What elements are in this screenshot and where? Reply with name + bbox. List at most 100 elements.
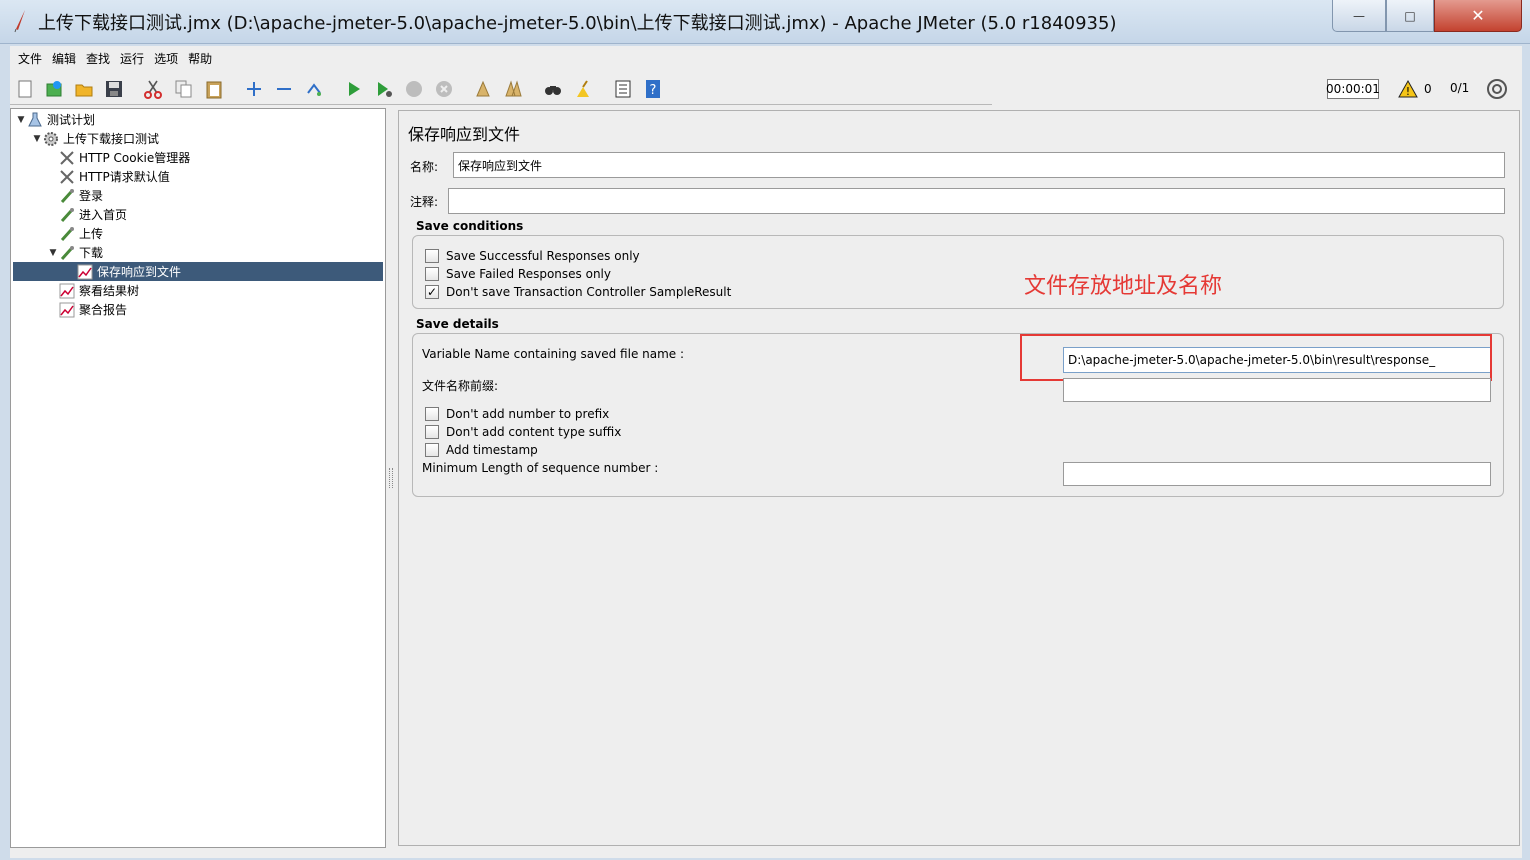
reset-search-icon[interactable] bbox=[572, 78, 594, 100]
new-icon[interactable] bbox=[14, 78, 36, 100]
tree-item-save-responses[interactable]: 保存响应到文件 bbox=[13, 262, 383, 281]
warning-indicator[interactable]: ! 0 bbox=[1398, 79, 1432, 99]
svg-text:!: ! bbox=[1406, 85, 1410, 98]
tree-item-upload[interactable]: 上传 bbox=[59, 224, 103, 243]
save-conditions-title: Save conditions bbox=[416, 219, 524, 233]
tree-item-label: 进入首页 bbox=[79, 208, 128, 222]
collapse-arrow-icon[interactable]: ▼ bbox=[31, 134, 43, 144]
remote-status-icon[interactable] bbox=[1486, 78, 1508, 100]
stop-icon[interactable] bbox=[403, 78, 425, 100]
window-bottom-edge bbox=[10, 848, 1522, 858]
toolbar-separator bbox=[10, 104, 992, 105]
tree-item-aggregate-report[interactable]: 聚合报告 bbox=[59, 300, 127, 319]
editor-panel: 保存响应到文件 名称: 保存响应到文件 注释: Save conditions … bbox=[396, 108, 1522, 848]
file-prefix-label: 文件名称前缀: bbox=[422, 379, 499, 393]
save-failed-only-option[interactable]: Save Failed Responses only bbox=[425, 265, 611, 283]
tree-item-download[interactable]: ▼ 下载 bbox=[47, 243, 103, 262]
shutdown-icon[interactable] bbox=[433, 78, 455, 100]
warning-count: 0 bbox=[1424, 82, 1432, 96]
dont-add-number-checkbox[interactable] bbox=[425, 407, 439, 421]
menu-search[interactable]: 查找 bbox=[86, 50, 110, 67]
panel-title: 保存响应到文件 bbox=[408, 125, 521, 144]
save-failed-only-checkbox[interactable] bbox=[425, 267, 439, 281]
menu-bar: 文件 编辑 查找 运行 选项 帮助 bbox=[10, 46, 1522, 70]
collapse-arrow-icon[interactable]: ▼ bbox=[15, 115, 27, 125]
minimize-button[interactable]: — bbox=[1332, 0, 1386, 32]
listener-icon bbox=[59, 283, 75, 299]
variable-name-label: Variable Name containing saved file name… bbox=[422, 347, 685, 361]
save-successful-only-option[interactable]: Save Successful Responses only bbox=[425, 247, 640, 265]
start-no-pause-icon[interactable] bbox=[373, 78, 395, 100]
close-button[interactable]: ✕ bbox=[1434, 0, 1522, 32]
tree-item-label: 保存响应到文件 bbox=[97, 265, 182, 279]
comment-label: 注释: bbox=[410, 195, 439, 209]
listener-icon bbox=[77, 264, 93, 280]
dont-add-suffix-checkbox[interactable] bbox=[425, 425, 439, 439]
test-plan-tree: ▼ 测试计划 ▼ 上传下载接口测试 HTTP Cookie管理器 HTTP请求默… bbox=[10, 108, 386, 848]
warning-icon: ! bbox=[1398, 79, 1418, 98]
tree-item-label: 上传下载接口测试 bbox=[63, 132, 160, 146]
name-field[interactable]: 保存响应到文件 bbox=[453, 152, 1505, 178]
dont-save-transaction-label: Don't save Transaction Controller Sample… bbox=[446, 285, 732, 299]
toolbar: ? 00:00:01 ! 0 0/1 bbox=[10, 70, 1522, 108]
min-length-label: Minimum Length of sequence number : bbox=[422, 461, 659, 475]
config-element-icon bbox=[59, 150, 75, 166]
tree-item-label: 测试计划 bbox=[47, 113, 96, 127]
split-pane-divider[interactable] bbox=[386, 108, 396, 848]
function-helper-icon[interactable] bbox=[612, 78, 634, 100]
tree-item-results-tree[interactable]: 察看结果树 bbox=[59, 281, 139, 300]
menu-edit[interactable]: 编辑 bbox=[52, 50, 76, 67]
elapsed-timer: 00:00:01 bbox=[1326, 79, 1380, 99]
add-timestamp-option[interactable]: Add timestamp bbox=[425, 441, 538, 459]
clear-all-icon[interactable] bbox=[502, 78, 524, 100]
toggle-icon[interactable] bbox=[303, 78, 325, 100]
tree-item-label: 下载 bbox=[79, 246, 104, 260]
menu-help[interactable]: 帮助 bbox=[188, 50, 212, 67]
maximize-icon: □ bbox=[1404, 8, 1416, 23]
jmeter-feather-icon bbox=[12, 9, 28, 33]
dont-add-suffix-option[interactable]: Don't add content type suffix bbox=[425, 423, 621, 441]
collapse-arrow-icon[interactable]: ▼ bbox=[47, 248, 59, 258]
save-details-title: Save details bbox=[416, 317, 499, 331]
dont-save-transaction-option[interactable]: ✓ Don't save Transaction Controller Samp… bbox=[425, 283, 731, 301]
sampler-icon bbox=[59, 188, 75, 204]
copy-icon[interactable] bbox=[173, 78, 195, 100]
cut-icon[interactable] bbox=[142, 78, 164, 100]
maximize-button[interactable]: □ bbox=[1386, 0, 1434, 32]
thread-group-icon bbox=[43, 131, 59, 147]
tree-item-label: HTTP Cookie管理器 bbox=[79, 151, 191, 165]
file-prefix-field[interactable] bbox=[1063, 378, 1491, 402]
add-timestamp-checkbox[interactable] bbox=[425, 443, 439, 457]
clear-icon[interactable] bbox=[472, 78, 494, 100]
menu-file[interactable]: 文件 bbox=[18, 50, 42, 67]
collapse-icon[interactable] bbox=[273, 78, 295, 100]
comment-field[interactable] bbox=[448, 188, 1505, 214]
tree-item-test-plan[interactable]: ▼ 测试计划 bbox=[15, 110, 95, 129]
tree-item-label: HTTP请求默认值 bbox=[79, 170, 170, 184]
start-icon[interactable] bbox=[343, 78, 365, 100]
dont-add-number-label: Don't add number to prefix bbox=[446, 407, 610, 421]
sampler-icon bbox=[59, 207, 75, 223]
help-icon[interactable]: ? bbox=[642, 78, 664, 100]
tree-item-label: 察看结果树 bbox=[79, 284, 140, 298]
tree-item-thread-group[interactable]: ▼ 上传下载接口测试 bbox=[31, 129, 159, 148]
paste-icon[interactable] bbox=[203, 78, 225, 100]
dont-add-number-option[interactable]: Don't add number to prefix bbox=[425, 405, 609, 423]
save-icon[interactable] bbox=[103, 78, 125, 100]
menu-options[interactable]: 选项 bbox=[154, 50, 178, 67]
tree-item-http-defaults[interactable]: HTTP请求默认值 bbox=[59, 167, 170, 186]
expand-icon[interactable] bbox=[243, 78, 265, 100]
min-length-field[interactable] bbox=[1063, 462, 1491, 486]
open-icon[interactable] bbox=[73, 78, 95, 100]
save-successful-only-checkbox[interactable] bbox=[425, 249, 439, 263]
templates-icon[interactable] bbox=[43, 78, 65, 100]
dont-save-transaction-checkbox[interactable]: ✓ bbox=[425, 285, 439, 299]
tree-item-home[interactable]: 进入首页 bbox=[59, 205, 127, 224]
svg-text:?: ? bbox=[650, 83, 657, 98]
tree-item-label: 聚合报告 bbox=[79, 303, 128, 317]
tree-item-cookie-manager[interactable]: HTTP Cookie管理器 bbox=[59, 148, 190, 167]
tree-item-login[interactable]: 登录 bbox=[59, 186, 103, 205]
menu-run[interactable]: 运行 bbox=[120, 50, 144, 67]
splitter-grip[interactable] bbox=[389, 468, 393, 488]
search-icon[interactable] bbox=[542, 78, 564, 100]
